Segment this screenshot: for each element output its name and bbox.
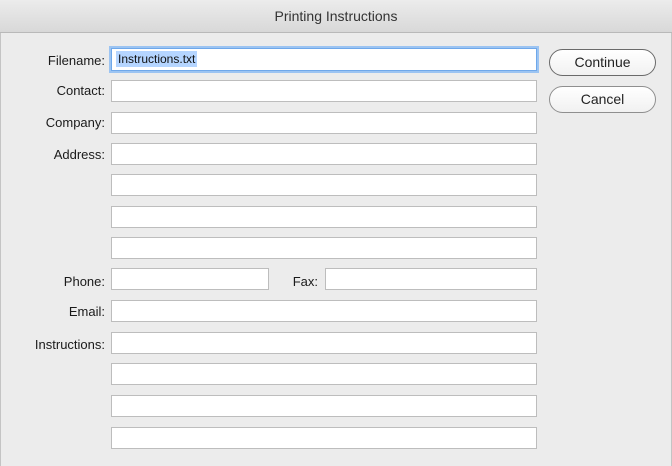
instructions-label: Instructions: bbox=[34, 337, 105, 352]
fax-field[interactable] bbox=[325, 268, 537, 290]
window-title: Printing Instructions bbox=[274, 8, 398, 24]
instructions-field-2[interactable] bbox=[111, 363, 537, 385]
instructions-field-1[interactable] bbox=[111, 332, 537, 354]
company-label: Company: bbox=[45, 115, 105, 130]
contact-label: Contact: bbox=[56, 83, 105, 98]
filename-value: Instructions.txt bbox=[116, 51, 198, 67]
phone-field[interactable] bbox=[111, 268, 269, 290]
filename-field[interactable]: Instructions.txt bbox=[111, 48, 537, 71]
cancel-button[interactable]: Cancel bbox=[549, 86, 656, 113]
email-label: Email: bbox=[68, 304, 105, 319]
instructions-field-4[interactable] bbox=[111, 427, 537, 449]
continue-button[interactable]: Continue bbox=[549, 49, 656, 76]
title-bar: Printing Instructions bbox=[0, 0, 672, 33]
contact-field[interactable] bbox=[111, 80, 537, 102]
filename-label: Filename: bbox=[47, 53, 105, 68]
address-field-3[interactable] bbox=[111, 206, 537, 228]
phone-label: Phone: bbox=[63, 274, 105, 289]
address-field-1[interactable] bbox=[111, 143, 537, 165]
address-field-2[interactable] bbox=[111, 174, 537, 196]
address-label: Address: bbox=[53, 147, 105, 162]
company-field[interactable] bbox=[111, 112, 537, 134]
email-field[interactable] bbox=[111, 300, 537, 322]
instructions-field-3[interactable] bbox=[111, 395, 537, 417]
address-field-4[interactable] bbox=[111, 237, 537, 259]
fax-label: Fax: bbox=[292, 274, 318, 289]
